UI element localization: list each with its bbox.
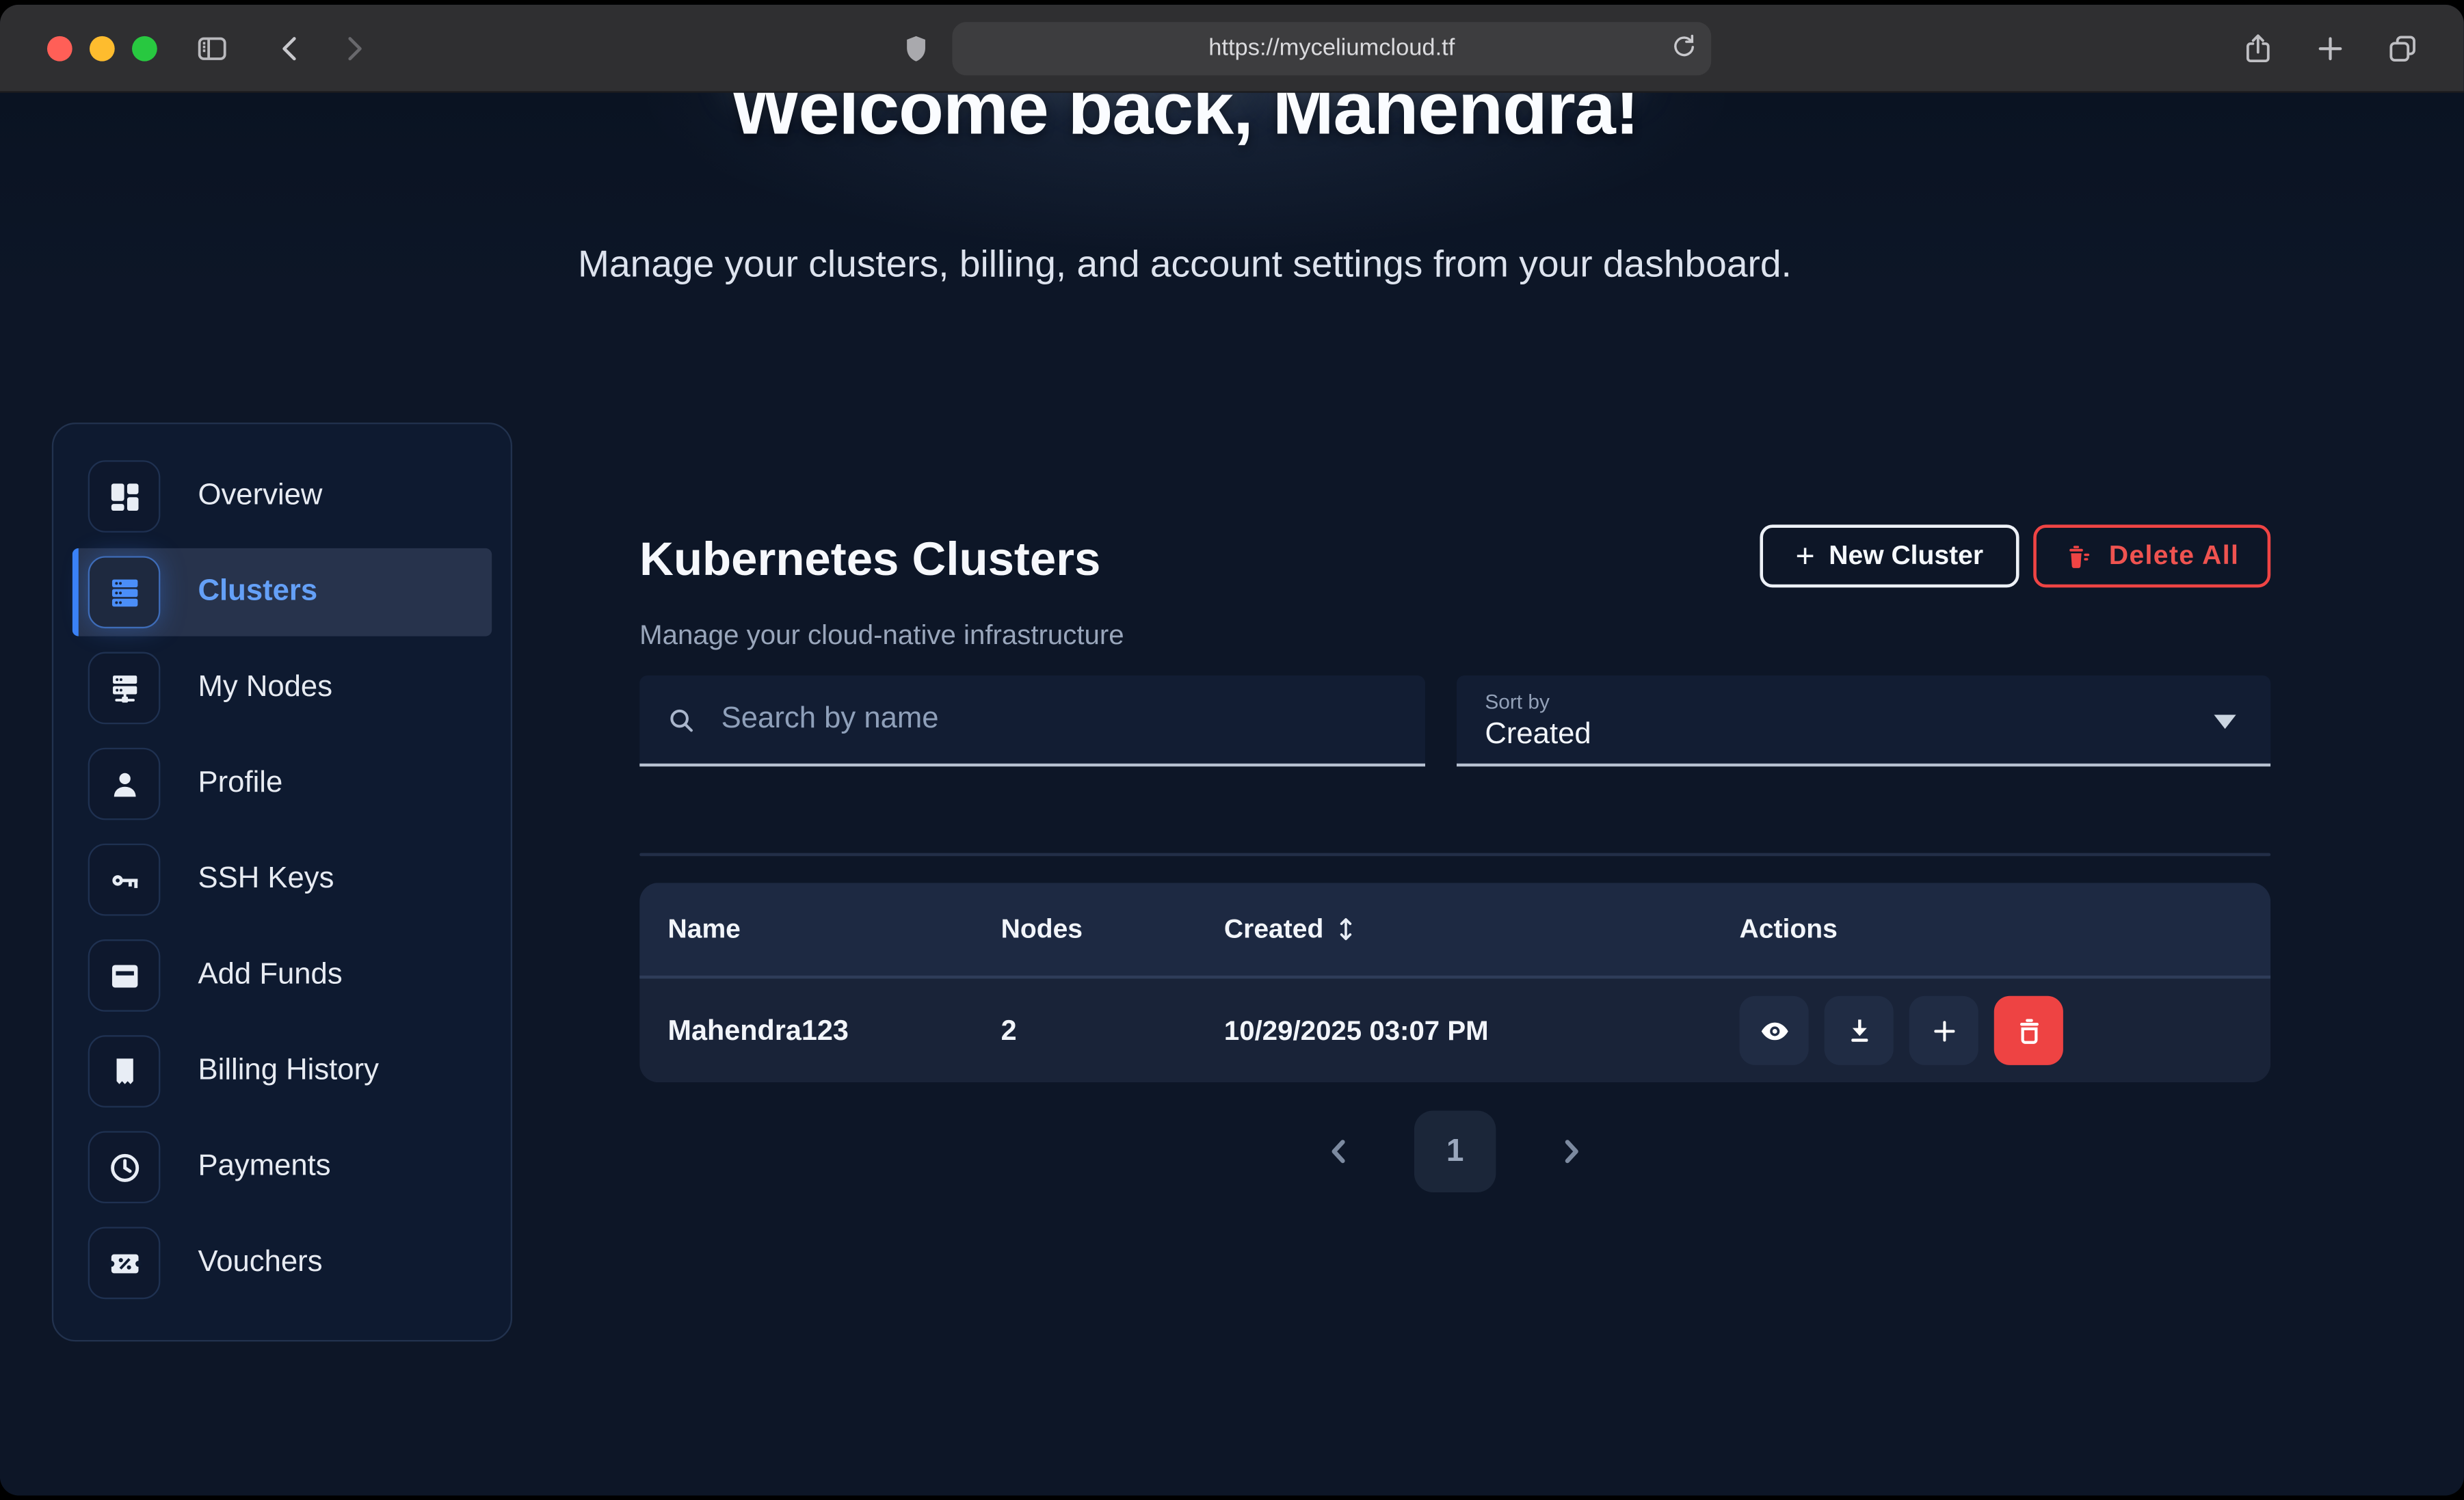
page-content: Welcome back, Mahendra! Manage your clus… [0, 93, 2464, 1496]
dashboard-icon [106, 479, 142, 515]
back-button[interactable] [267, 25, 315, 72]
sidebar-item-label: Overview [198, 479, 323, 514]
share-icon [2241, 31, 2276, 66]
receipt-icon [106, 1054, 142, 1090]
cluster-actions: + New Cluster Delete All [639, 524, 2270, 587]
chevron-down-icon [2214, 714, 2236, 729]
shield-icon [901, 31, 932, 66]
sidebar-item-my-nodes[interactable]: My Nodes [72, 644, 492, 732]
sidebar-item-label: Profile [198, 766, 283, 801]
sidebar-item-label: Vouchers [198, 1246, 323, 1281]
chevron-left-icon [1320, 1133, 1357, 1170]
delete-all-button[interactable]: Delete All [2034, 524, 2271, 587]
sort-value: Created [1485, 718, 2242, 753]
browser-window: Welcome back, Mahendra! Manage your clus… [0, 5, 2464, 1496]
sidebar-item-label: Add Funds [198, 959, 343, 993]
table-row: Mahendra123 2 10/29/2025 03:07 PM [639, 978, 2270, 1082]
chevron-right-icon [1552, 1133, 1590, 1170]
sidebar-item-label: My Nodes [198, 671, 333, 706]
cluster-created: 10/29/2025 03:07 PM [1224, 1014, 1740, 1047]
plus-icon: + [1795, 539, 1814, 572]
new-cluster-button[interactable]: + New Cluster [1760, 524, 2019, 587]
address-bar[interactable] [952, 21, 1711, 75]
sidebar-item-label: Payments [198, 1150, 331, 1185]
chevron-left-icon [274, 31, 308, 66]
sidebar-item-label: Clusters [198, 575, 318, 610]
tabs-icon [2385, 31, 2420, 66]
row-actions [1740, 996, 2242, 1065]
sidebar-item-payments[interactable]: Payments [72, 1123, 492, 1211]
sidebar-item-billing-history[interactable]: Billing History [72, 1028, 492, 1116]
sidebar-item-label: Billing History [198, 1054, 379, 1089]
cluster-name: Mahendra123 [668, 1014, 1001, 1047]
sidebar-item-vouchers[interactable]: Vouchers [72, 1219, 492, 1307]
eye-icon [1758, 1014, 1790, 1047]
download-icon [1842, 1014, 1875, 1047]
sidebar-item-label: SSH Keys [198, 862, 334, 897]
traffic-lights [47, 36, 157, 61]
chevron-right-icon [336, 31, 371, 66]
column-header-nodes: Nodes [1001, 913, 1224, 945]
close-window-button[interactable] [47, 36, 72, 61]
privacy-shield-button[interactable] [901, 31, 932, 66]
welcome-heading: Welcome back, Mahendra! [0, 93, 2370, 151]
view-cluster-button[interactable] [1740, 996, 1809, 1065]
user-icon [106, 766, 142, 802]
table-header-row: Name Nodes Created Actions [639, 883, 2270, 978]
share-button[interactable] [2234, 25, 2281, 72]
reload-icon [1669, 31, 1699, 61]
server-stack-icon [106, 574, 142, 611]
sidebar-toggle-button[interactable] [189, 25, 236, 72]
sort-label: Sort by [1485, 690, 2242, 713]
clock-icon [106, 1149, 142, 1186]
key-icon [106, 861, 142, 898]
welcome-subtitle: Manage your clusters, billing, and accou… [0, 243, 2370, 287]
reload-button[interactable] [1669, 31, 1699, 68]
delete-cluster-button[interactable] [1994, 996, 2063, 1065]
wallet-icon [106, 957, 142, 993]
column-header-name: Name [668, 913, 1001, 945]
previous-page-button[interactable] [1320, 1133, 1357, 1170]
new-tab-button[interactable] [2307, 25, 2354, 72]
pagination: 1 [639, 1110, 2270, 1192]
nodes-icon [106, 670, 142, 706]
address-input[interactable] [1030, 33, 1633, 63]
page-number-button[interactable]: 1 [1414, 1110, 1496, 1192]
column-header-created[interactable]: Created [1224, 913, 1740, 945]
sort-select[interactable]: Sort by Created [1457, 675, 2270, 766]
section-divider [639, 853, 2270, 857]
sidebar-nav: Overview Clusters [52, 423, 512, 1341]
page-subtitle: Manage your cloud-native infrastructure [639, 619, 1124, 652]
forward-button[interactable] [330, 25, 377, 72]
sidebar-toggle-icon [195, 31, 230, 66]
sidebar-item-clusters[interactable]: Clusters [72, 548, 492, 637]
trash-icon [2012, 1014, 2045, 1047]
search-input[interactable] [718, 701, 1400, 738]
trash-sweep-icon [2065, 541, 2095, 572]
ticket-percent-icon [106, 1245, 142, 1281]
browser-toolbar [0, 5, 2464, 93]
sidebar-item-ssh-keys[interactable]: SSH Keys [72, 835, 492, 924]
download-kubeconfig-button[interactable] [1825, 996, 1894, 1065]
sidebar-item-profile[interactable]: Profile [72, 740, 492, 828]
search-box[interactable] [639, 675, 1425, 766]
filters-row: Sort by Created [639, 675, 2270, 766]
cluster-nodes: 2 [1001, 1014, 1224, 1047]
tab-overview-button[interactable] [2379, 25, 2426, 72]
column-header-actions: Actions [1740, 913, 2242, 945]
plus-icon [2313, 31, 2348, 66]
next-page-button[interactable] [1552, 1133, 1590, 1170]
search-icon [665, 703, 698, 736]
sort-updown-icon [1336, 914, 1357, 944]
zoom-window-button[interactable] [132, 36, 157, 61]
sidebar-item-add-funds[interactable]: Add Funds [72, 932, 492, 1020]
clusters-table: Name Nodes Created Actions Mahendra123 2… [639, 883, 2270, 1082]
add-node-button[interactable] [1909, 996, 1978, 1065]
minimize-window-button[interactable] [90, 36, 115, 61]
sidebar-item-overview[interactable]: Overview [72, 453, 492, 541]
plus-icon [1927, 1014, 1960, 1047]
